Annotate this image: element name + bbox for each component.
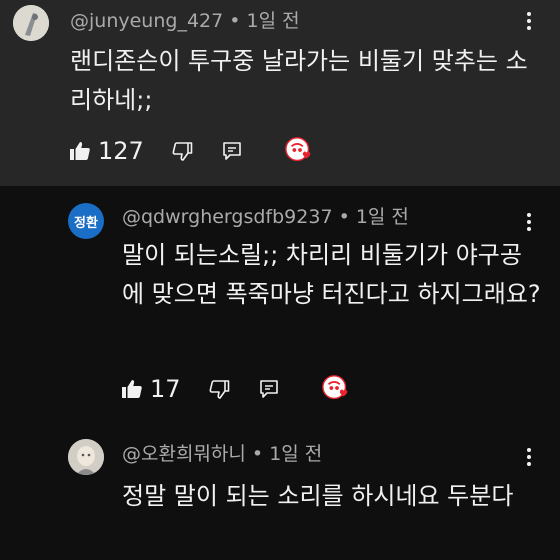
comment-text: 말이 되는소릴;; 차리리 비둘기가 야구공에 맞으면 폭죽마냥 터진다고 하지… [122,241,541,308]
comment-text: 정말 말이 되는 소리를 하시네요 두분다 [122,482,514,510]
avatar-image [13,5,49,41]
avatar[interactable] [68,439,104,475]
creator-heart-icon [321,373,353,405]
more-vertical-icon[interactable] [526,213,532,234]
timestamp[interactable]: 1일 전 [356,206,409,228]
author-name[interactable]: @qdwrghergsdfb9237 [122,206,333,228]
more-vertical-icon[interactable] [526,12,532,33]
meta-separator: • [245,443,270,465]
more-vertical-icon[interactable] [526,448,532,469]
thumbs-down-icon[interactable] [207,377,231,401]
reply-comment: @오환희뭐하니 • 1일 전 정말 말이 되는 소리를 하시네요 두분다 [0,422,560,560]
comment-actions: 127 [68,135,316,167]
avatar[interactable]: 정환 [68,203,104,239]
comment-meta: @오환희뭐하니 • 1일 전 [122,439,322,466]
thumbs-up-icon[interactable] [68,139,92,163]
comment-text: 랜디존슨이 투구중 날라가는 비둘기 맞추는 소리하네;; [70,47,528,114]
author-name[interactable]: @junyeung_427 [70,10,223,32]
meta-separator: • [223,10,247,32]
comment-meta: @qdwrghergsdfb9237 • 1일 전 [122,202,409,229]
creator-heart-icon [284,135,316,167]
comment-highlighted: @junyeung_427 • 1일 전 랜디존슨이 투구중 날라가는 비둘기 … [0,0,560,186]
reply-icon[interactable] [220,139,244,163]
like-count: 127 [98,137,144,165]
avatar-initials: 정환 [74,215,98,231]
avatar-image [68,439,104,475]
avatar[interactable] [13,5,49,41]
like-count: 17 [150,375,181,403]
comment-meta: @junyeung_427 • 1일 전 [70,6,300,33]
timestamp[interactable]: 1일 전 [247,10,300,32]
reply-icon[interactable] [257,377,281,401]
comment-actions: 17 [120,373,353,405]
author-name[interactable]: @오환희뭐하니 [122,443,246,465]
meta-separator: • [332,206,356,228]
thumbs-down-icon[interactable] [170,139,194,163]
thumbs-up-icon[interactable] [120,377,144,401]
timestamp[interactable]: 1일 전 [269,443,322,465]
reply-comment: 정환 @qdwrghergsdfb9237 • 1일 전 말이 되는소릴;; 차… [0,186,560,422]
